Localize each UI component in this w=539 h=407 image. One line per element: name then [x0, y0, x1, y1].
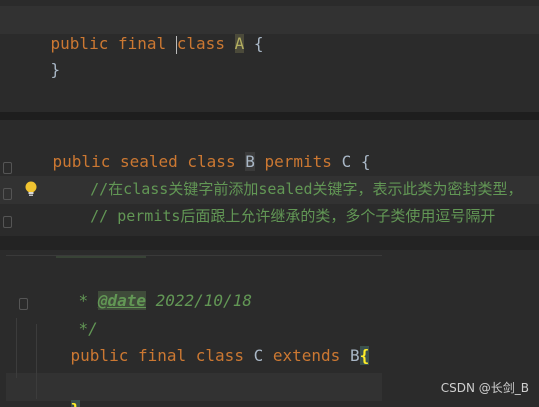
- fold-marker-icon[interactable]: [19, 298, 28, 310]
- keyword: class: [176, 34, 225, 53]
- watermark: CSDN @长剑_B: [440, 381, 529, 395]
- code-line[interactable]: public final class C extends B{: [32, 320, 370, 365]
- brace: }: [50, 60, 61, 79]
- comment-line[interactable]: //在class关键字前添加sealed关键字，表示此类为密封类型，: [54, 153, 522, 198]
- code-line[interactable]: }: [12, 34, 61, 79]
- keyword: class: [195, 346, 244, 365]
- partially-hidden-line: [56, 256, 146, 258]
- parent-class: B: [349, 346, 360, 365]
- doc-comment-line[interactable]: * @date 2022/10/18: [40, 265, 252, 310]
- code-line[interactable]: public sealed class B permits C {: [14, 126, 371, 171]
- doc-comment-line[interactable]: */: [40, 293, 98, 338]
- javadoc-tag: @date: [97, 291, 146, 310]
- pane-separator: [0, 236, 539, 250]
- fold-marker-icon[interactable]: [3, 216, 12, 228]
- keyword: extends: [272, 346, 341, 365]
- comment-text: // permits后面跟上允许继承的类，多个子类使用逗号隔开: [90, 207, 496, 225]
- class-name: C: [253, 346, 264, 365]
- code-line[interactable]: }: [32, 374, 81, 407]
- editor-pane-class-c[interactable]: * @date 2022/10/18 */ public final class…: [6, 255, 382, 407]
- comment-line[interactable]: // permits后面跟上允许继承的类，多个子类使用逗号隔开: [54, 180, 495, 225]
- pane-separator: [0, 112, 539, 120]
- fold-marker-icon[interactable]: [3, 188, 12, 200]
- keyword: public: [70, 346, 129, 365]
- doc-value: 2022/10/18: [155, 291, 252, 310]
- matched-brace: {: [359, 346, 370, 365]
- editor-pane-class-a[interactable]: public final class A { }: [0, 0, 539, 112]
- editor-pane-class-b[interactable]: public sealed class B permits C { //在cla…: [0, 120, 539, 236]
- code-line[interactable]: }: [14, 208, 63, 236]
- brace: {: [253, 34, 264, 53]
- code-line[interactable]: public final class A {: [12, 8, 264, 54]
- keyword: final: [137, 346, 187, 365]
- indent-guide: [16, 318, 17, 378]
- keyword: final: [117, 34, 167, 53]
- class-name: A: [234, 34, 245, 53]
- lightbulb-icon[interactable]: [24, 181, 38, 197]
- fold-marker-icon[interactable]: [3, 162, 12, 174]
